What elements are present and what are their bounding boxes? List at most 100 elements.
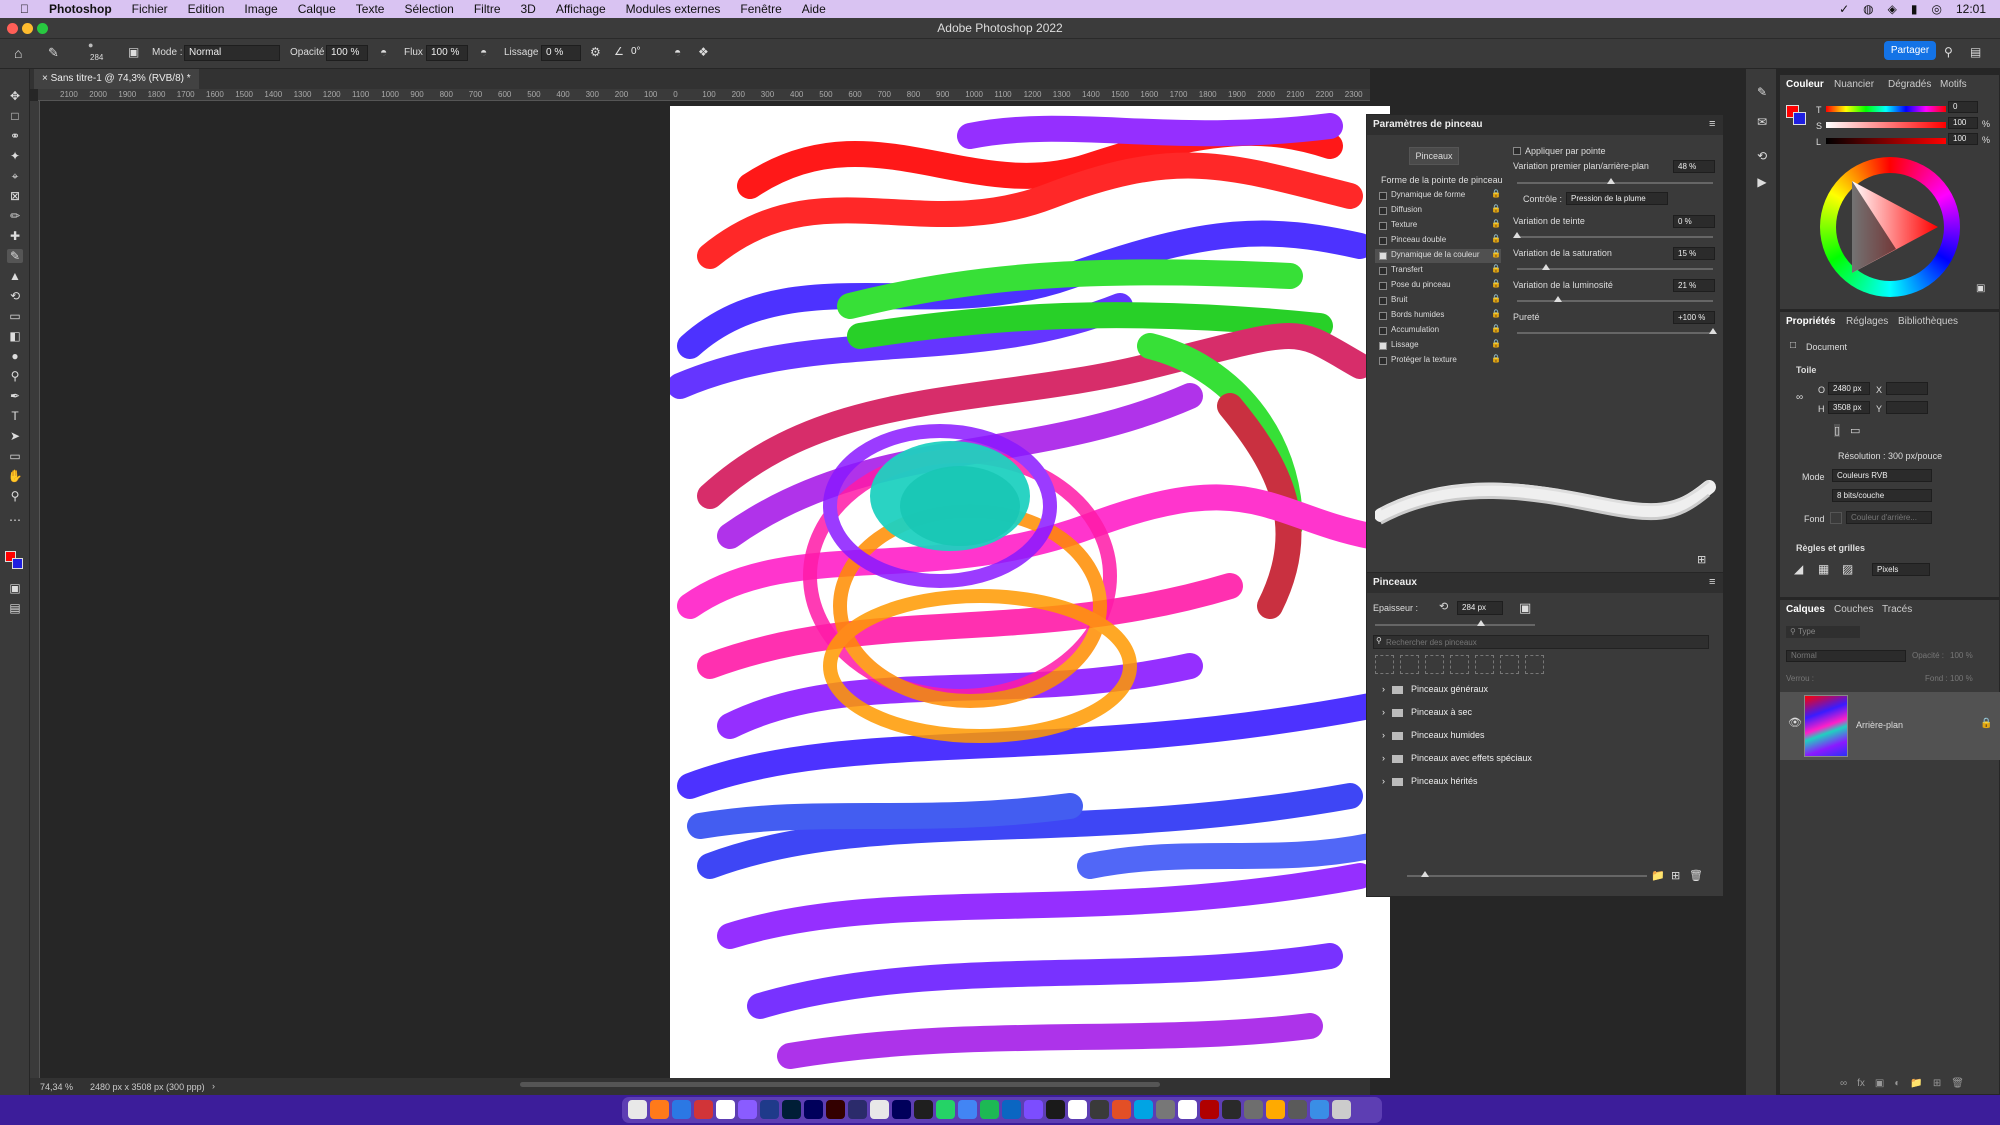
hue-field[interactable]: 0 % [1673,215,1715,228]
brush-option-row[interactable]: Accumulation 🔒 [1375,324,1501,338]
dock-app-icon[interactable] [914,1100,933,1119]
rulers-grids-label[interactable]: Règles et grilles [1796,543,1865,553]
brush-option-row[interactable]: Pinceau double 🔒 [1375,234,1501,248]
more-tools-icon[interactable]: ⋯ [7,513,23,527]
tab-traces[interactable]: Tracés [1882,604,1912,615]
frame-tool-icon[interactable]: ⊠ [7,189,23,203]
eyedropper-tool-icon[interactable]: ✏ [7,209,23,223]
dock-app-icon[interactable] [1156,1100,1175,1119]
brush-option-row[interactable]: Texture 🔒 [1375,219,1501,233]
brush-option-lock-icon[interactable]: 🔒 [1491,234,1501,243]
brush-option-checkbox[interactable] [1379,342,1387,350]
menu-edition[interactable]: Edition [188,2,225,16]
dock-app-icon[interactable] [1178,1100,1197,1119]
portrait-orientation-icon[interactable]: ▯ [1834,424,1841,437]
brush-tool-icon[interactable]: ✎ [7,249,23,263]
smoothing-field[interactable]: 0 % [541,45,581,61]
brush-option-lock-icon[interactable]: 🔒 [1491,279,1501,288]
hue-slider-knob[interactable] [1513,232,1521,238]
status-sync-icon[interactable]: ◍ [1863,2,1873,16]
flow-field[interactable]: 100 % [426,45,468,61]
hue-track[interactable] [1826,106,1946,112]
airbrush-icon[interactable]: ◓ [480,45,487,59]
dock-app-icon[interactable] [694,1100,713,1119]
brushes-panel-menu-icon[interactable]: ≡ [1709,576,1715,588]
menu-affichage[interactable]: Affichage [556,2,606,16]
dock-app-icon[interactable] [738,1100,757,1119]
dock-app-icon[interactable] [650,1100,669,1119]
chevron-right-icon[interactable]: › [1382,747,1385,769]
minimize-window-button[interactable] [22,23,33,34]
t-field[interactable]: 0 [1948,101,1978,113]
dock-app-icon[interactable] [848,1100,867,1119]
dock-app-icon[interactable] [672,1100,691,1119]
document-tab[interactable]: × Sans titre-1 @ 74,3% (RVB/8) * [34,69,199,89]
canvas-section-label[interactable]: Toile [1796,365,1816,375]
brush-option-lock-icon[interactable]: 🔒 [1491,264,1501,273]
eraser-tool-icon[interactable]: ▭ [7,309,23,323]
guides-icon[interactable]: ▨ [1842,562,1853,576]
comments-panel-icon[interactable]: ✉ [1754,115,1770,129]
brush-option-row[interactable]: Bords humides 🔒 [1375,309,1501,323]
brush-size-slider-knob[interactable] [1477,620,1485,626]
history-brush-tool-icon[interactable]: ⟲ [7,289,23,303]
document-info[interactable]: 2480 px x 3508 px (300 ppp) [90,1082,205,1092]
tab-motifs[interactable]: Motifs [1940,79,1967,90]
dock-app-icon[interactable] [1222,1100,1241,1119]
dock-app-icon[interactable] [628,1100,647,1119]
dock-app-icon[interactable] [716,1100,735,1119]
dock-app-icon[interactable] [870,1100,889,1119]
layer-filter[interactable]: ⚲ Type [1786,626,1860,638]
brush-panel-toggle-icon[interactable]: ▣ [128,45,139,59]
recent-brush-icon[interactable] [1425,655,1444,674]
luminosity-track[interactable] [1826,138,1946,144]
apple-icon[interactable]:  [20,2,29,16]
brush-option-row[interactable]: Lissage 🔒 [1375,339,1501,353]
dock-app-icon[interactable] [1024,1100,1043,1119]
layer-lock-icon[interactable]: 🔒 [1980,718,1992,729]
dock-app-icon[interactable] [826,1100,845,1119]
zoom-window-button[interactable] [37,23,48,34]
color-triangle[interactable] [1836,173,1944,281]
brush-size-slider[interactable] [1375,624,1535,626]
dock-app-icon[interactable] [1266,1100,1285,1119]
screen-mode-icon[interactable]: ▤ [7,601,23,615]
brush-option-checkbox[interactable] [1379,267,1387,275]
dock-app-icon[interactable] [1002,1100,1021,1119]
menu-selection[interactable]: Sélection [404,2,453,16]
height-field[interactable]: 3508 px [1828,401,1870,414]
brush-tool-icon[interactable]: ✎ [48,45,59,61]
color-expand-icon[interactable]: ▣ [1976,283,1985,294]
smoothing-gear-icon[interactable]: ⚙ [590,45,601,59]
symmetry-icon[interactable]: ❖ [698,45,709,59]
zoom-tool-icon[interactable]: ⚲ [7,489,23,503]
menu-3d[interactable]: 3D [521,2,536,16]
brush-option-row[interactable]: Pose du pinceau 🔒 [1375,279,1501,293]
rulers-icon[interactable]: ◢ [1794,562,1803,576]
control-select[interactable]: Pression de la plume [1566,192,1668,205]
menu-texte[interactable]: Texte [356,2,385,16]
dock-app-icon[interactable] [892,1100,911,1119]
background-color-swatch[interactable] [12,558,23,569]
depth-select[interactable]: 8 bits/couche [1832,489,1932,502]
menu-modules[interactable]: Modules externes [626,2,721,16]
link-dimensions-icon[interactable]: ∞ [1796,392,1803,403]
fx-icon[interactable]: fx [1857,1078,1865,1092]
y-field[interactable] [1886,401,1928,414]
chevron-right-icon[interactable]: › [1382,770,1385,792]
brush-preview-size-slider[interactable] [1407,875,1647,877]
dock-app-icon[interactable] [1112,1100,1131,1119]
brush-option-checkbox[interactable] [1379,297,1387,305]
brush-option-lock-icon[interactable]: 🔒 [1491,219,1501,228]
dock-app-icon[interactable] [936,1100,955,1119]
brushes-button[interactable]: Pinceaux [1409,147,1459,165]
chevron-right-icon[interactable]: › [1382,678,1385,700]
crop-tool-icon[interactable]: ⌖ [7,169,23,183]
purity-field[interactable]: +100 % [1673,311,1715,324]
color-wheel[interactable] [1820,157,1960,297]
brush-folder-item[interactable]: › Pinceaux à sec [1376,701,1716,723]
gradient-tool-icon[interactable]: ◧ [7,329,23,343]
dock-app-icon[interactable] [1310,1100,1329,1119]
dock-app-icon[interactable] [782,1100,801,1119]
dock-app-icon[interactable] [1068,1100,1087,1119]
